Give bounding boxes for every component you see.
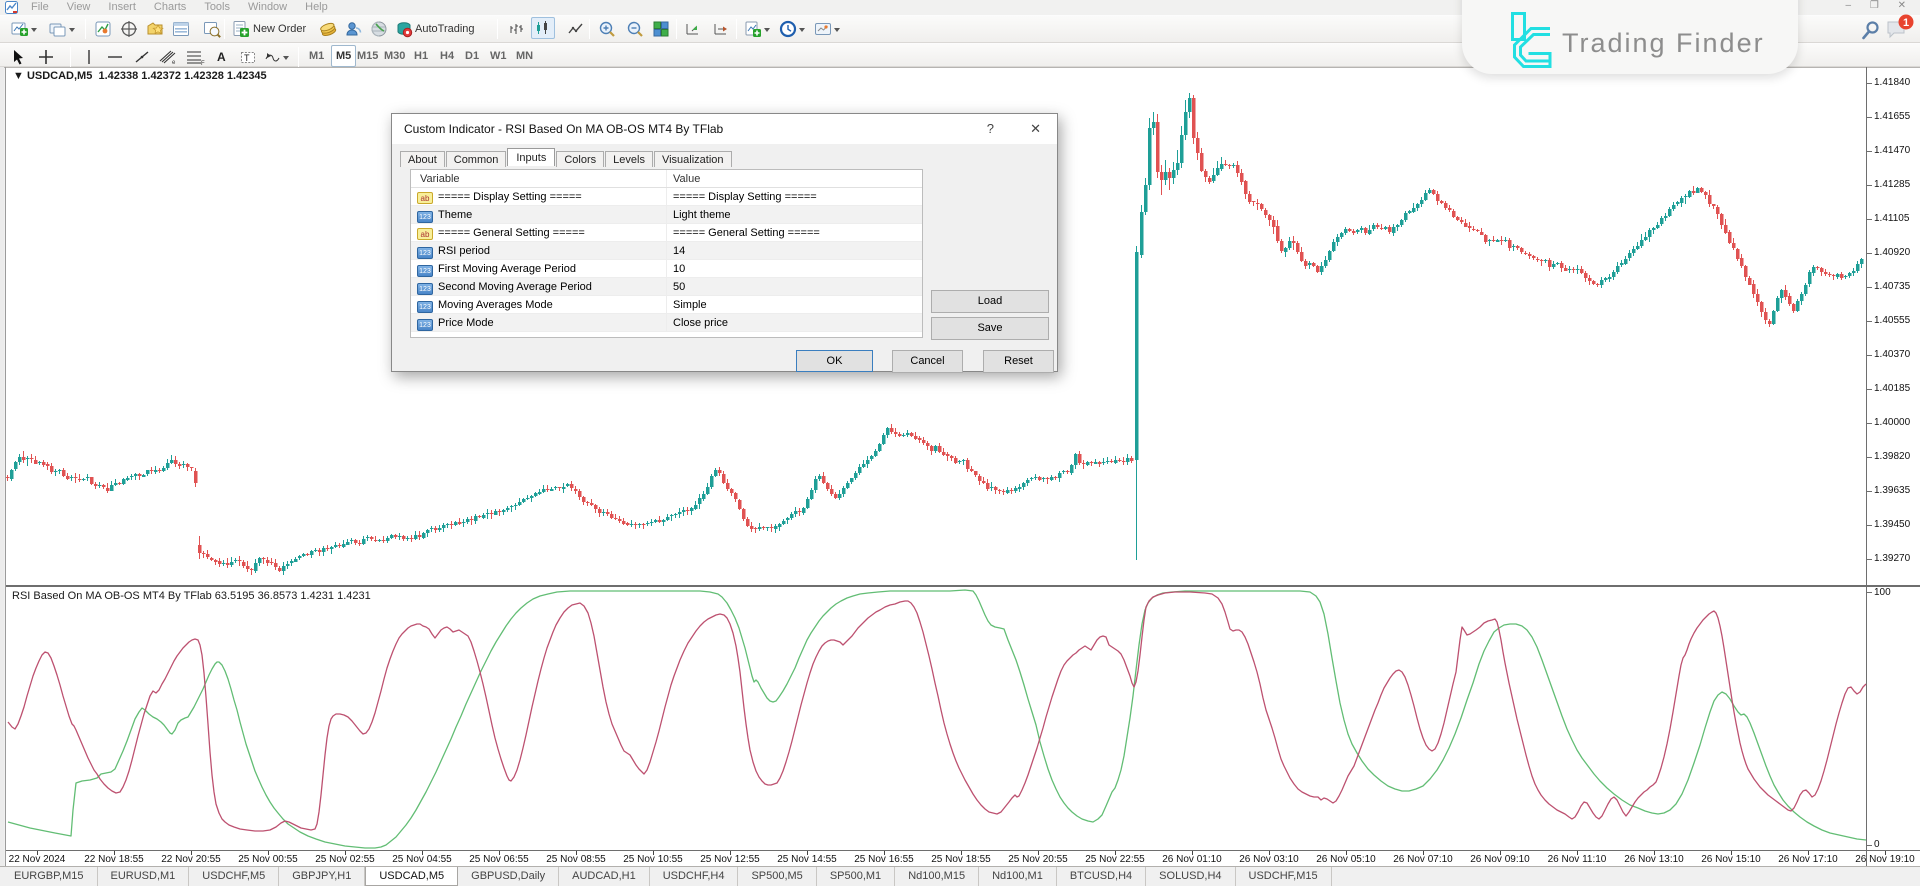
svg-text:e: e [172,60,176,66]
svg-text:F: F [201,61,205,66]
svg-text:A: A [217,50,226,64]
svg-text:1: 1 [1903,17,1909,29]
svg-text:T: T [244,53,250,63]
